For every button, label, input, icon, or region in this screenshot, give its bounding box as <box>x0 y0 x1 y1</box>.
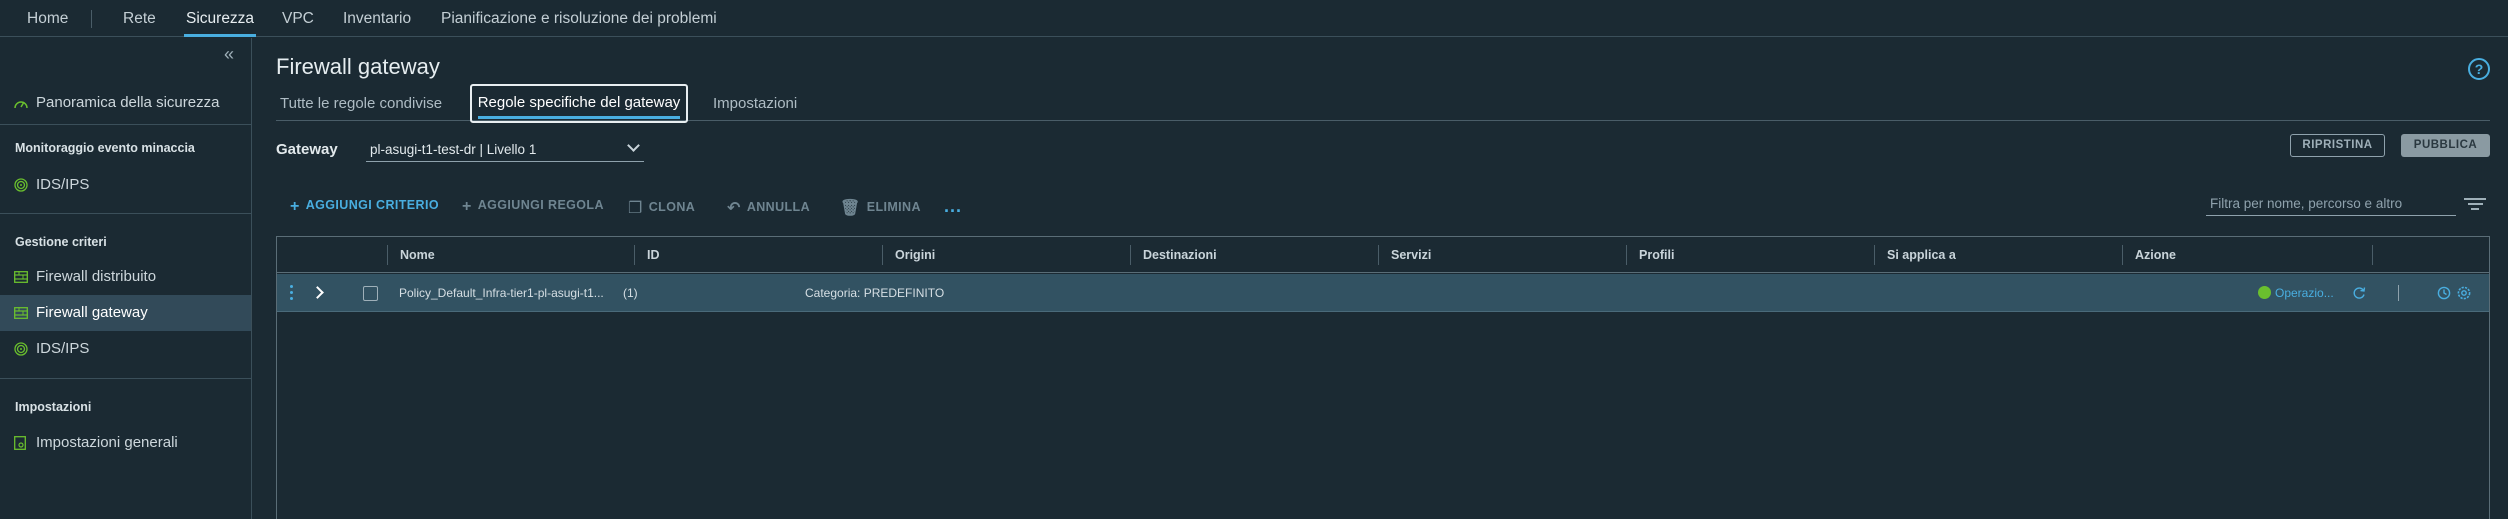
section-header-threat: Monitoraggio evento minaccia <box>15 141 195 155</box>
divider <box>0 124 251 125</box>
status-success-icon <box>2258 286 2271 299</box>
undo-icon: ↶ <box>727 200 741 217</box>
section-header-settings: Impostazioni <box>15 400 92 414</box>
column-header-profili[interactable]: Profili <box>1626 245 1674 265</box>
clone-icon: ❐ <box>628 200 643 217</box>
gateway-select-value: pl-asugi-t1-test-dr | Livello 1 <box>370 142 537 157</box>
column-header-servizi[interactable]: Servizi <box>1378 245 1431 265</box>
fingerprint-icon <box>14 178 28 192</box>
sidebar-item-ids-ips-policy[interactable]: IDS/IPS <box>0 331 251 367</box>
help-icon[interactable]: ? <box>2468 58 2490 80</box>
column-header-azione[interactable]: Azione <box>2122 245 2176 265</box>
policy-name: Policy_Default_Infra-tier1-pl-asugi-t1..… <box>399 286 604 300</box>
nav-home[interactable]: Home <box>27 0 68 37</box>
plus-icon: + <box>462 198 472 215</box>
sidebar-item-gateway-firewall[interactable]: Firewall gateway <box>0 295 251 331</box>
column-divider <box>2372 245 2385 265</box>
page-title: Firewall gateway <box>276 54 440 79</box>
nav-sicurezza[interactable]: Sicurezza <box>183 0 257 37</box>
column-header-origini[interactable]: Origini <box>882 245 935 265</box>
row-checkbox[interactable] <box>363 286 378 301</box>
add-policy-button[interactable]: + AGGIUNGI CRITERIO <box>290 198 439 216</box>
more-actions-icon[interactable]: ... <box>944 196 962 217</box>
filter-input[interactable]: Filtra per nome, percorso e altro <box>2206 192 2456 216</box>
sidebar-item-distributed-firewall[interactable]: Firewall distribuito <box>0 259 251 295</box>
fingerprint-icon <box>14 342 28 356</box>
firewall-icon <box>14 271 28 283</box>
clone-button[interactable]: ❐ CLONA <box>628 198 695 218</box>
add-rule-button[interactable]: + AGGIUNGI REGOLA <box>462 198 604 216</box>
sidebar-item-label: Impostazioni generali <box>36 434 178 451</box>
chevron-right-icon[interactable] <box>311 286 324 299</box>
collapse-sidebar-icon[interactable]: « <box>224 44 234 65</box>
sidebar-item-label: IDS/IPS <box>36 176 90 193</box>
column-header-destinazioni[interactable]: Destinazioni <box>1130 245 1217 265</box>
column-header-id[interactable]: ID <box>634 245 660 265</box>
policy-rule-count: (1) <box>623 286 638 300</box>
gateway-select[interactable]: pl-asugi-t1-test-dr | Livello 1 <box>366 139 644 162</box>
column-header-nome[interactable]: Nome <box>387 245 435 265</box>
tab-shared-rules[interactable]: Tutte le regole condivise <box>280 95 442 112</box>
plus-icon: + <box>290 198 300 215</box>
trash-icon: 🗑 <box>840 200 861 217</box>
nav-separator <box>91 10 92 28</box>
column-header-si-applica-a[interactable]: Si applica a <box>1874 245 1956 265</box>
sidebar-item-overview[interactable]: Panoramica della sicurezza <box>0 85 251 121</box>
sidebar-item-label: IDS/IPS <box>36 340 90 357</box>
tab-gateway-rules[interactable]: Regole specifiche del gateway <box>470 84 688 123</box>
divider <box>0 213 251 214</box>
chevron-down-icon <box>627 139 640 152</box>
divider <box>0 378 251 379</box>
policy-category: Categoria: PREDEFINITO <box>805 286 945 300</box>
undo-button[interactable]: ↶ ANNULLA <box>727 198 810 218</box>
publish-button[interactable]: PUBBLICA <box>2401 134 2490 157</box>
sidebar-item-label: Panoramica della sicurezza <box>36 94 220 111</box>
sidebar-item-label: Firewall gateway <box>36 304 148 321</box>
settings-document-icon <box>14 436 26 450</box>
sidebar-item-general-settings[interactable]: Impostazioni generali <box>0 425 251 461</box>
sidebar-item-ids-ips[interactable]: IDS/IPS <box>0 167 251 203</box>
nav-inventario[interactable]: Inventario <box>343 0 411 37</box>
filter-icon[interactable] <box>2464 198 2486 212</box>
nav-vpc[interactable]: VPC <box>282 0 314 37</box>
table-row[interactable]: Policy_Default_Infra-tier1-pl-asugi-t1..… <box>277 274 2489 312</box>
sidebar: « Panoramica della sicurezza Monitoraggi… <box>0 38 252 519</box>
nav-rete[interactable]: Rete <box>123 0 156 37</box>
gear-icon[interactable] <box>2457 286 2471 300</box>
top-navigation: Home Rete Sicurezza VPC Inventario Piani… <box>0 0 2508 37</box>
history-icon[interactable] <box>2437 286 2451 300</box>
sidebar-item-label: Firewall distribuito <box>36 268 157 285</box>
row-menu-icon[interactable] <box>290 285 293 303</box>
rules-grid: Nome ID Origini Destinazioni Servizi Pro… <box>276 236 2490 519</box>
delete-button[interactable]: 🗑 ELIMINA <box>840 198 921 218</box>
row-separator <box>2398 285 2399 301</box>
section-header-rules: Gestione criteri <box>15 235 107 249</box>
filter-placeholder: Filtra per nome, percorso e altro <box>2210 196 2403 211</box>
gauge-icon <box>14 101 28 109</box>
firewall-icon <box>14 307 28 319</box>
nav-pianificazione[interactable]: Pianificazione e risoluzione dei problem… <box>441 0 717 37</box>
tab-settings[interactable]: Impostazioni <box>713 95 797 112</box>
policy-status[interactable]: Operazio... <box>2258 274 2334 312</box>
grid-header: Nome ID Origini Destinazioni Servizi Pro… <box>277 237 2489 273</box>
revert-button[interactable]: RIPRISTINA <box>2290 134 2385 157</box>
refresh-icon[interactable] <box>2352 286 2366 300</box>
gateway-label: Gateway <box>276 141 338 158</box>
